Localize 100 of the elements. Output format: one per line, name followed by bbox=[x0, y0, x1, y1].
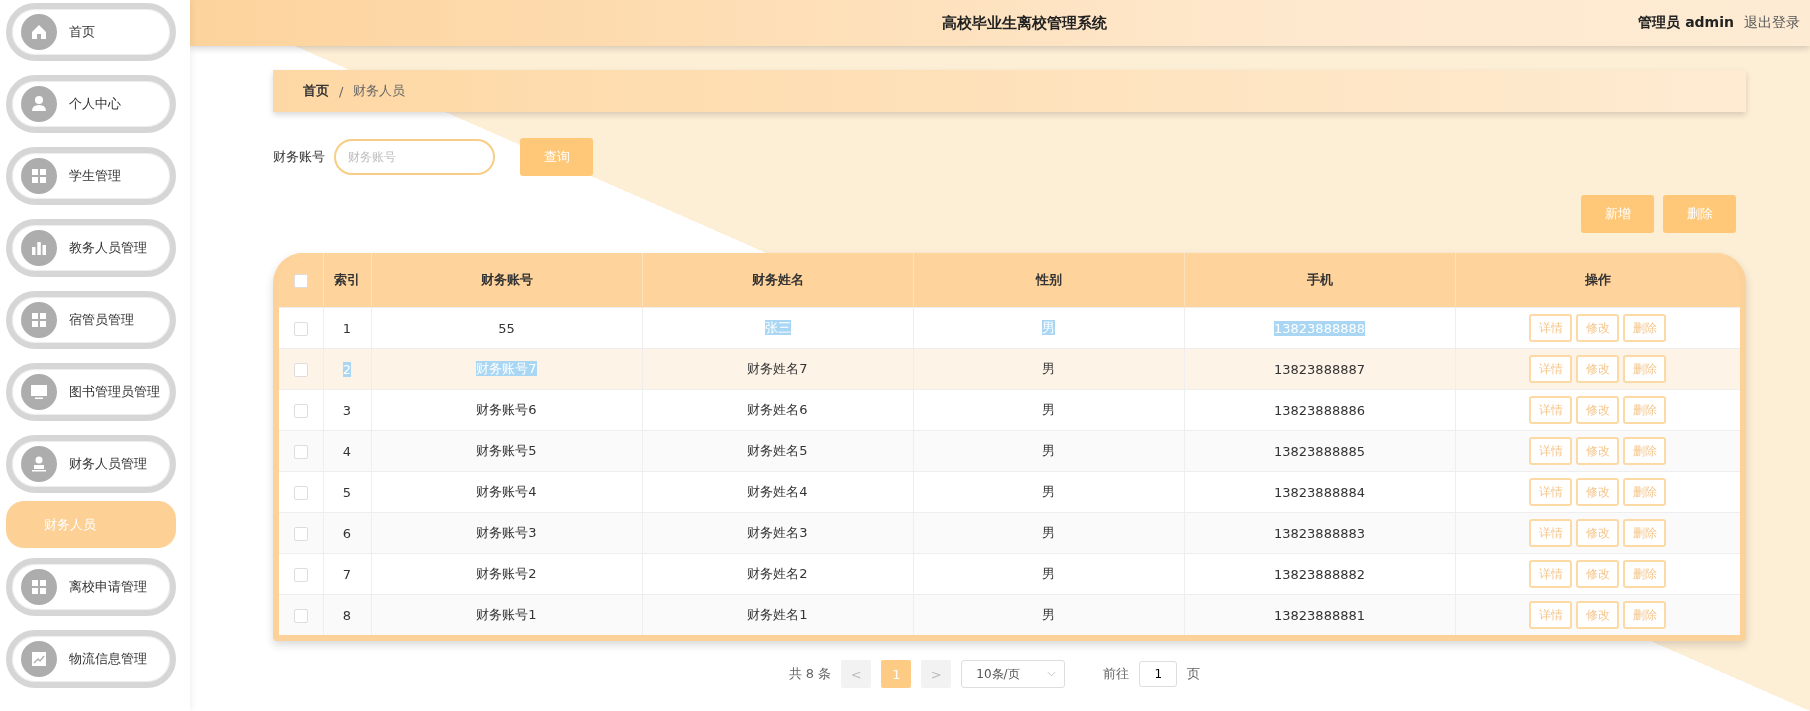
row-checkbox[interactable] bbox=[293, 321, 308, 336]
select-all-checkbox[interactable] bbox=[293, 273, 308, 288]
table-cell: 5 bbox=[323, 471, 371, 513]
details-button[interactable]: 详情 bbox=[1529, 478, 1573, 506]
menu-item[interactable]: 教务人员管理 bbox=[6, 219, 176, 277]
table-cell: 财务姓名5 bbox=[642, 430, 913, 472]
page-button[interactable]: 1 bbox=[881, 660, 912, 688]
grid-icon bbox=[21, 302, 57, 338]
edit-button[interactable]: 修改 bbox=[1576, 519, 1620, 547]
menu-item[interactable]: 图书管理员管理 bbox=[6, 363, 176, 421]
row-checkbox[interactable] bbox=[293, 444, 308, 459]
header-cell: 索引 bbox=[323, 253, 371, 308]
page-size-select[interactable]: 10条/页 bbox=[961, 660, 1066, 688]
table-cell: 男 bbox=[913, 594, 1184, 635]
page-unit: 页 bbox=[1187, 665, 1201, 683]
table-cell: 财务账号7 bbox=[371, 348, 642, 390]
delete-button[interactable]: 删除 bbox=[1623, 314, 1667, 342]
table-cell: 男 bbox=[913, 553, 1184, 595]
header-cell: 操作 bbox=[1455, 253, 1740, 308]
logout-link[interactable]: 退出登录 bbox=[1744, 14, 1800, 32]
table-cell: 4 bbox=[323, 430, 371, 472]
edit-button[interactable]: 修改 bbox=[1576, 601, 1620, 629]
delete-button[interactable]: 删除 bbox=[1623, 601, 1667, 629]
edit-button[interactable]: 修改 bbox=[1576, 437, 1620, 465]
delete-button[interactable]: 删除 bbox=[1623, 355, 1667, 383]
search-button[interactable]: 查询 bbox=[520, 138, 593, 176]
details-button[interactable]: 详情 bbox=[1529, 560, 1573, 588]
table-cell: 男 bbox=[913, 430, 1184, 472]
table-cell: 13823888886 bbox=[1184, 389, 1455, 431]
menu-item[interactable]: 财务人员管理 bbox=[6, 435, 176, 493]
row-checkbox[interactable] bbox=[293, 403, 308, 418]
table-cell: 13823888881 bbox=[1184, 594, 1455, 635]
row-checkbox[interactable] bbox=[293, 608, 308, 623]
details-button[interactable]: 详情 bbox=[1529, 519, 1573, 547]
edit-button[interactable]: 修改 bbox=[1576, 355, 1620, 383]
menu-item[interactable]: 物流信息管理 bbox=[6, 630, 176, 688]
goto-label: 前往 bbox=[1103, 665, 1130, 683]
details-button[interactable]: 详情 bbox=[1529, 437, 1573, 465]
table-cell: 男 bbox=[913, 307, 1184, 349]
table-cell: 男 bbox=[913, 348, 1184, 390]
menu-item[interactable]: 个人中心 bbox=[6, 75, 176, 133]
table-cell: 财务账号4 bbox=[371, 471, 642, 513]
header-cell: 手机 bbox=[1184, 253, 1455, 308]
menu-item[interactable]: 首页 bbox=[6, 3, 176, 61]
table-cell: 13823888884 bbox=[1184, 471, 1455, 513]
header-cell: 性别 bbox=[913, 253, 1184, 308]
menu-item[interactable]: 离校申请管理 bbox=[6, 558, 176, 616]
search-field[interactable]: 财务账号 bbox=[334, 139, 495, 175]
header-cell: 财务姓名 bbox=[642, 253, 913, 308]
table-cell: 财务账号1 bbox=[371, 594, 642, 635]
row-checkbox[interactable] bbox=[293, 485, 308, 500]
table-cell: 男 bbox=[913, 512, 1184, 554]
edit-button[interactable]: 修改 bbox=[1576, 396, 1620, 424]
details-button[interactable]: 详情 bbox=[1529, 601, 1573, 629]
grid-icon bbox=[21, 569, 57, 605]
menu-item[interactable]: 学生管理 bbox=[6, 147, 176, 205]
row-checkbox[interactable] bbox=[293, 567, 308, 582]
table-cell: 财务姓名7 bbox=[642, 348, 913, 390]
edit-button[interactable]: 修改 bbox=[1576, 560, 1620, 588]
home-icon bbox=[21, 14, 57, 50]
row-checkbox[interactable] bbox=[293, 526, 308, 541]
row-checkbox[interactable] bbox=[293, 362, 308, 377]
add-button[interactable]: 新增 bbox=[1581, 195, 1654, 233]
details-button[interactable]: 详情 bbox=[1529, 396, 1573, 424]
table-cell: 13823888888 bbox=[1184, 307, 1455, 349]
table-cell: 男 bbox=[913, 389, 1184, 431]
breadcrumb-link[interactable]: 首页 bbox=[303, 82, 329, 100]
total-count: 共 8 条 bbox=[788, 665, 832, 683]
delete-button[interactable]: 删除 bbox=[1623, 396, 1667, 424]
delete-button[interactable]: 删除 bbox=[1623, 478, 1667, 506]
table-cell: 财务账号2 bbox=[371, 553, 642, 595]
user-label: 管理员 admin bbox=[1638, 14, 1734, 32]
table-cell: 男 bbox=[913, 471, 1184, 513]
grid-icon bbox=[21, 158, 57, 194]
caret-icon bbox=[1047, 671, 1057, 677]
details-button[interactable]: 详情 bbox=[1529, 355, 1573, 383]
delete-button[interactable]: 删除 bbox=[1623, 560, 1667, 588]
submenu-item[interactable]: 财务人员 bbox=[6, 501, 176, 548]
app-title: 高校毕业生离校管理系统 bbox=[940, 13, 1107, 33]
search-label: 财务账号 bbox=[273, 148, 325, 166]
table-cell: 55 bbox=[371, 307, 642, 349]
menu-item[interactable]: 宿管员管理 bbox=[6, 291, 176, 349]
breadcrumb-separator: / bbox=[339, 83, 344, 99]
table-cell: 13823888887 bbox=[1184, 348, 1455, 390]
table-cell: 13823888883 bbox=[1184, 512, 1455, 554]
table-cell: 7 bbox=[323, 553, 371, 595]
page-input[interactable]: 1 bbox=[1139, 661, 1178, 687]
edit-button[interactable]: 修改 bbox=[1576, 314, 1620, 342]
prev-page-button[interactable]: < bbox=[841, 660, 872, 688]
edit-button[interactable]: 修改 bbox=[1576, 478, 1620, 506]
table-cell: 13823888885 bbox=[1184, 430, 1455, 472]
table-cell: 财务姓名2 bbox=[642, 553, 913, 595]
details-button[interactable]: 详情 bbox=[1529, 314, 1573, 342]
delete-button[interactable]: 删除 bbox=[1623, 437, 1667, 465]
table-cell: 13823888882 bbox=[1184, 553, 1455, 595]
delete-button[interactable]: 删除 bbox=[1623, 519, 1667, 547]
next-page-button[interactable]: > bbox=[921, 660, 952, 688]
delete-button[interactable]: 删除 bbox=[1663, 195, 1736, 233]
table-cell: 8 bbox=[323, 594, 371, 635]
table-cell: 财务姓名1 bbox=[642, 594, 913, 635]
